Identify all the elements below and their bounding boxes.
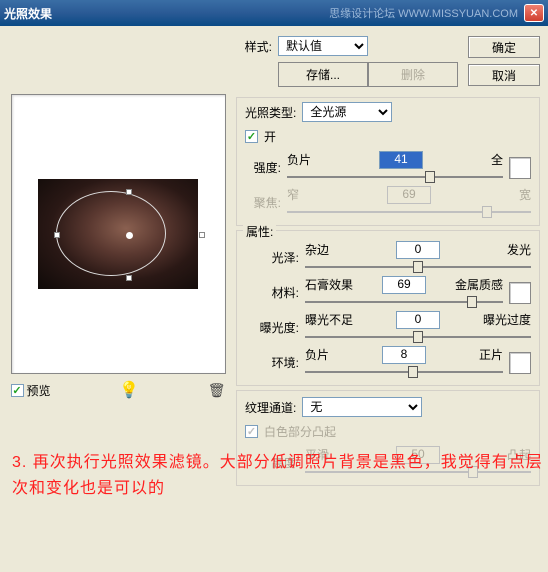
intensity-value[interactable]: 41 [379,151,423,169]
ok-button[interactable]: 确定 [468,36,540,58]
material-left: 石膏效果 [305,276,353,294]
gloss-value[interactable]: 0 [396,241,440,259]
ambience-left: 负片 [305,346,329,364]
trash-icon[interactable]: 🗑 [208,382,226,399]
window-title: 光照效果 [4,5,329,22]
check-icon: ✓ [245,130,258,143]
focus-label: 聚焦: [245,194,281,211]
properties-group: 属性: 光泽: 杂边0发光 材料: 石膏效果69金属质感 曝光度: 曝 [236,230,540,386]
handle-left[interactable] [54,232,60,238]
preview-label: 预览 [27,382,51,399]
exposure-label: 曝光度: [245,319,299,336]
material-label: 材料: [245,284,299,301]
props-legend: 属性: [243,223,276,240]
material-swatch[interactable] [509,282,531,304]
light-type-select[interactable]: 全光源 [302,102,392,122]
focus-value: 69 [387,186,431,204]
light-on-checkbox[interactable]: ✓ 开 [245,128,531,145]
light-color-swatch[interactable] [509,157,531,179]
delete-button: 删除 [368,62,458,87]
gloss-label: 光泽: [245,249,299,266]
preview-checkbox[interactable]: ✓ 预览 [11,382,51,399]
handle-top[interactable] [126,189,132,195]
exposure-value[interactable]: 0 [396,311,440,329]
preview-image [38,179,198,289]
light-on-label: 开 [264,128,276,145]
material-value[interactable]: 69 [382,276,426,294]
save-button[interactable]: 存储... [278,62,368,87]
new-light-icon[interactable]: 💡 [119,380,139,400]
gloss-right: 发光 [507,241,531,259]
ambience-label: 环境: [245,354,299,371]
close-icon[interactable]: ✕ [524,4,544,22]
style-label: 样式: [236,38,272,55]
gloss-slider[interactable] [305,260,531,274]
texture-select[interactable]: 无 [302,397,422,417]
handle-bottom[interactable] [126,275,132,281]
ambience-swatch[interactable] [509,352,531,374]
handle-right[interactable] [199,232,205,238]
white-high-label: 白色部分凸起 [264,423,336,440]
check-icon: ✓ [245,425,258,438]
watermark: 思缘设计论坛 WWW.MISSYUAN.COM [329,5,518,21]
exposure-slider[interactable] [305,330,531,344]
preview-canvas[interactable] [11,94,226,374]
intensity-slider[interactable] [287,170,503,184]
light-type-label: 光照类型: [245,104,296,121]
focus-right: 宽 [519,186,531,204]
intensity-label: 强度: [245,159,281,176]
ambience-value[interactable]: 8 [382,346,426,364]
check-icon: ✓ [11,384,24,397]
gloss-left: 杂边 [305,241,329,259]
texture-label: 纹理通道: [245,399,296,416]
material-slider[interactable] [305,295,503,309]
light-center[interactable] [126,232,133,239]
white-high-checkbox: ✓ 白色部分凸起 [245,423,531,440]
cancel-button[interactable]: 取消 [468,64,540,86]
material-right: 金属质感 [455,276,503,294]
focus-left: 窄 [287,186,299,204]
light-group: 光照类型: 全光源 ✓ 开 强度: 负片 41 全 [236,97,540,226]
ambience-slider[interactable] [305,365,503,379]
intensity-right: 全 [491,151,503,169]
focus-slider [287,205,531,219]
exposure-left: 曝光不足 [305,311,353,329]
titlebar: 光照效果 思缘设计论坛 WWW.MISSYUAN.COM ✕ [0,0,548,26]
light-ellipse[interactable] [56,191,166,276]
annotation-text: 3. 再次执行光照效果滤镜。大部分低调照片背景是黑色，我觉得有点层次和变化也是可… [12,450,548,502]
ambience-right: 正片 [479,346,503,364]
style-select[interactable]: 默认值 [278,36,368,56]
intensity-left: 负片 [287,151,311,169]
exposure-right: 曝光过度 [483,311,531,329]
